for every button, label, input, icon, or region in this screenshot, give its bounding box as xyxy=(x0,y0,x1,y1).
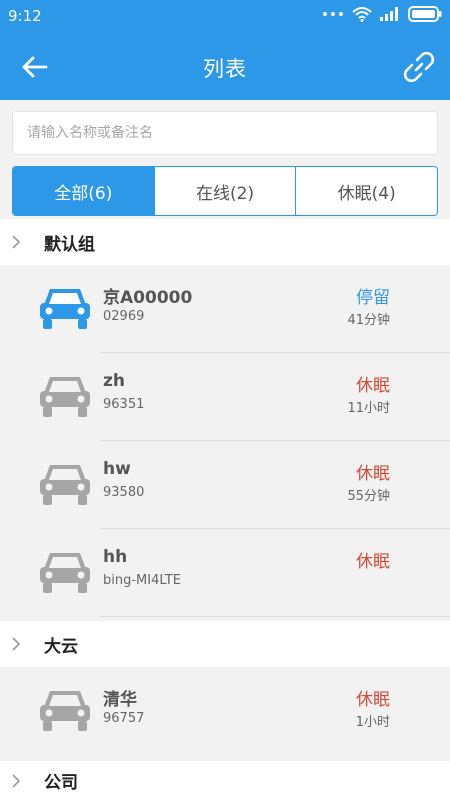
vehicle-status: 休眠 xyxy=(356,552,390,572)
vehicle-name: hw xyxy=(103,459,131,479)
group-header[interactable]: 默认组 xyxy=(0,219,450,265)
group-header[interactable]: 公司 xyxy=(0,761,450,800)
tab-online[interactable]: 在线(2) xyxy=(153,167,296,215)
group-header[interactable]: 大云 xyxy=(0,621,450,667)
vehicle-status: 休眠 xyxy=(356,376,390,396)
vehicle-name: 京A00000 xyxy=(103,288,193,308)
chevron-right-icon xyxy=(12,637,21,651)
search-box[interactable] xyxy=(12,111,438,155)
vehicle-row[interactable]: 清华 96757 休眠 1小时 xyxy=(0,667,450,755)
chevron-right-icon xyxy=(12,235,21,249)
car-icon xyxy=(40,289,90,329)
filter-tabs: 全部(6) 在线(2) 休眠(4) xyxy=(12,166,438,216)
tab-all[interactable]: 全部(6) xyxy=(13,167,154,215)
page-title: 列表 xyxy=(203,57,247,81)
vehicle-id: 96757 xyxy=(103,711,145,726)
vehicle-id: 02969 xyxy=(103,309,145,324)
vehicle-id: bing-MI4LTE xyxy=(103,573,181,588)
vehicle-name: hh xyxy=(103,547,128,567)
car-icon xyxy=(40,691,90,731)
link-icon[interactable] xyxy=(400,48,438,86)
status-duration: 11小时 xyxy=(347,401,390,416)
status-time: 9:12 xyxy=(8,7,42,25)
vehicle-id: 93580 xyxy=(103,485,145,500)
vehicle-status: 停留 xyxy=(356,288,390,308)
signal-icon xyxy=(380,7,398,21)
app-bar: 列表 xyxy=(0,34,450,100)
search-input[interactable] xyxy=(13,112,437,154)
status-bar: 9:12 xyxy=(0,0,450,34)
status-duration: 55分钟 xyxy=(347,489,390,504)
vehicle-row[interactable]: hw 93580 休眠 55分钟 xyxy=(0,441,450,529)
car-icon xyxy=(40,553,90,593)
vehicle-name: zh xyxy=(103,371,125,391)
vehicle-status: 休眠 xyxy=(356,464,390,484)
car-icon xyxy=(40,377,90,417)
tab-sleep[interactable]: 休眠(4) xyxy=(295,167,437,215)
status-duration: 1小时 xyxy=(355,715,390,730)
group-name: 大云 xyxy=(44,636,78,657)
vehicle-row[interactable]: 京A00000 02969 停留 41分钟 xyxy=(0,265,450,353)
wifi-icon xyxy=(352,7,372,22)
vehicle-id: 96351 xyxy=(103,397,145,412)
chevron-right-icon xyxy=(12,774,21,788)
vehicle-row[interactable]: zh 96351 休眠 11小时 xyxy=(0,353,450,441)
row-divider xyxy=(100,616,450,617)
group-name: 公司 xyxy=(44,773,78,793)
more-icon xyxy=(323,12,343,16)
vehicle-status: 休眠 xyxy=(356,690,390,710)
battery-icon xyxy=(408,6,442,22)
vehicle-name: 清华 xyxy=(103,690,137,710)
status-duration: 41分钟 xyxy=(347,313,390,328)
group-name: 默认组 xyxy=(44,234,95,255)
vehicle-row[interactable]: hh bing-MI4LTE 休眠 xyxy=(0,529,450,617)
car-icon xyxy=(40,465,90,505)
status-icons xyxy=(322,6,442,22)
